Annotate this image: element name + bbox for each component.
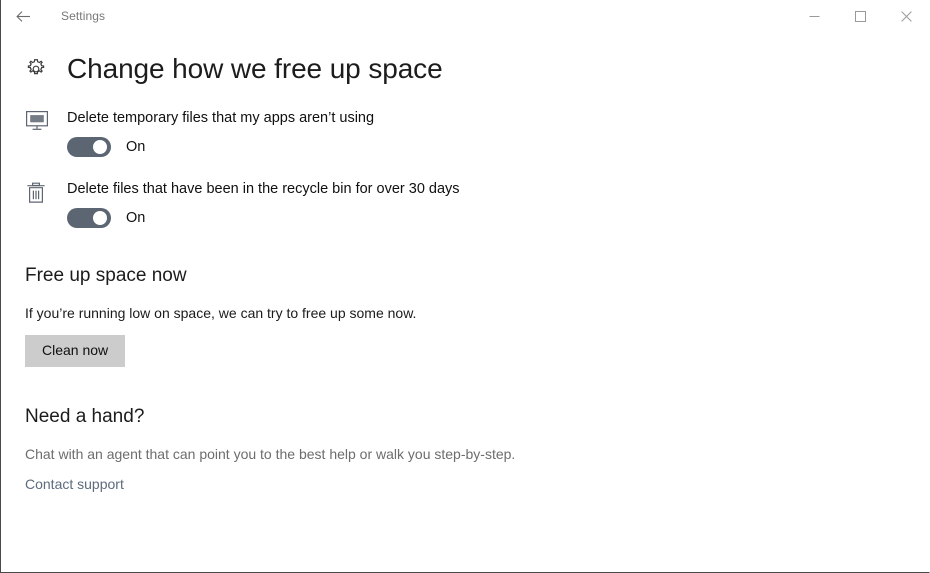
app-title: Settings bbox=[61, 9, 105, 23]
setting-label: Delete files that have been in the recyc… bbox=[67, 179, 460, 199]
gear-icon bbox=[25, 58, 59, 80]
settings-window: Settings bbox=[0, 0, 930, 573]
toggle-recycle-bin[interactable] bbox=[67, 208, 111, 228]
setting-row-recycle-bin: Delete files that have been in the recyc… bbox=[25, 179, 905, 228]
page-header: Change how we free up space bbox=[25, 52, 905, 86]
maximize-button[interactable] bbox=[837, 0, 883, 32]
setting-label: Delete temporary files that my apps aren… bbox=[67, 108, 374, 128]
contact-support-link[interactable]: Contact support bbox=[25, 475, 124, 494]
minimize-icon bbox=[809, 11, 820, 22]
section-heading-free-up-space: Free up space now bbox=[25, 264, 905, 288]
page-title: Change how we free up space bbox=[67, 52, 443, 86]
need-a-hand-section: Need a hand? Chat with an agent that can… bbox=[25, 405, 905, 494]
page-content: Change how we free up space Delete tempo… bbox=[1, 52, 929, 494]
toggle-state-label: On bbox=[126, 210, 145, 226]
close-icon bbox=[901, 11, 912, 22]
title-bar: Settings bbox=[1, 0, 929, 32]
toggle-state-label: On bbox=[126, 139, 145, 155]
section-heading-need-a-hand: Need a hand? bbox=[25, 405, 905, 429]
free-up-space-description: If you’re running low on space, we can t… bbox=[25, 304, 905, 323]
free-up-space-section: Free up space now If you’re running low … bbox=[25, 264, 905, 367]
close-button[interactable] bbox=[883, 0, 929, 32]
setting-body: Delete files that have been in the recyc… bbox=[59, 179, 460, 228]
setting-row-temp-files: Delete temporary files that my apps aren… bbox=[25, 108, 905, 157]
back-arrow-icon bbox=[15, 8, 32, 25]
window-controls bbox=[791, 0, 929, 32]
toggle-knob bbox=[93, 211, 107, 225]
need-a-hand-description: Chat with an agent that can point you to… bbox=[25, 445, 905, 464]
maximize-icon bbox=[855, 11, 866, 22]
clean-now-button[interactable]: Clean now bbox=[25, 335, 125, 367]
toggle-line: On bbox=[67, 137, 374, 157]
toggle-temp-files[interactable] bbox=[67, 137, 111, 157]
toggle-knob bbox=[93, 140, 107, 154]
setting-body: Delete temporary files that my apps aren… bbox=[59, 108, 374, 157]
back-button[interactable] bbox=[1, 0, 45, 32]
minimize-button[interactable] bbox=[791, 0, 837, 32]
toggle-line: On bbox=[67, 208, 460, 228]
monitor-icon bbox=[25, 108, 59, 132]
recycle-bin-icon bbox=[25, 179, 59, 205]
